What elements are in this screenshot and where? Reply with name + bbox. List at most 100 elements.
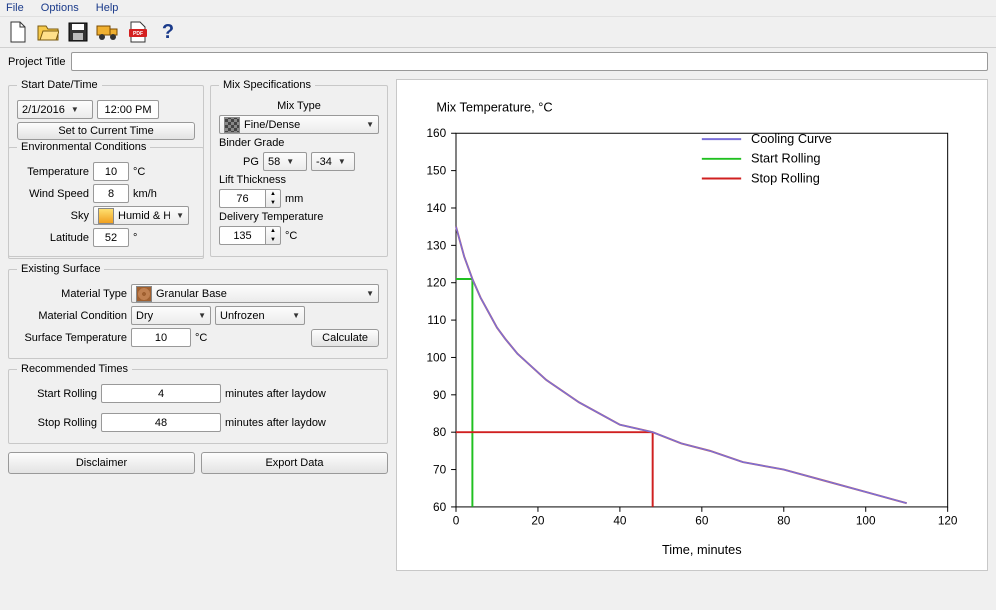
svg-text:150: 150 xyxy=(426,164,446,178)
svg-text:20: 20 xyxy=(531,514,545,528)
menu-options[interactable]: Options xyxy=(41,2,79,14)
legend-stop: Stop Rolling xyxy=(751,170,820,185)
binder-label: Binder Grade xyxy=(219,137,284,149)
material-swatch-icon xyxy=(136,286,152,302)
env-wind-label: Wind Speed xyxy=(17,188,89,200)
open-file-icon[interactable] xyxy=(36,20,60,44)
rec-legend: Recommended Times xyxy=(17,363,132,375)
rec-start-suffix: minutes after laydow xyxy=(225,388,326,400)
truck-icon[interactable] xyxy=(96,20,120,44)
save-icon[interactable] xyxy=(66,20,90,44)
project-title-input[interactable] xyxy=(71,52,988,71)
disclaimer-button[interactable]: Disclaimer xyxy=(8,452,195,474)
env-wind-input[interactable] xyxy=(93,184,129,203)
svg-text:80: 80 xyxy=(433,425,447,439)
legend-cooling: Cooling Curve xyxy=(751,131,832,146)
new-file-icon[interactable] xyxy=(6,20,30,44)
svg-text:80: 80 xyxy=(777,514,791,528)
svg-text:60: 60 xyxy=(695,514,709,528)
env-sky-value: Humid & Hazy xyxy=(118,210,170,222)
sky-swatch-icon xyxy=(98,208,114,224)
chart-panel: Mix Temperature, °C 02040608010012060708… xyxy=(396,79,988,571)
svg-text:140: 140 xyxy=(426,201,446,215)
material-type-value: Granular Base xyxy=(156,288,360,300)
svg-text:90: 90 xyxy=(433,388,447,402)
menubar: File Options Help xyxy=(0,0,996,17)
cond-wet-value: Dry xyxy=(136,310,192,322)
chart-title: Mix Temperature, °C xyxy=(436,100,552,115)
cond-frozen-value: Unfrozen xyxy=(220,310,286,322)
chevron-down-icon: ▼ xyxy=(176,211,184,220)
svg-text:40: 40 xyxy=(613,514,627,528)
svg-text:60: 60 xyxy=(433,500,447,514)
export-data-button[interactable]: Export Data xyxy=(201,452,388,474)
env-temp-unit: °C xyxy=(133,166,145,178)
mix-type-swatch-icon xyxy=(224,117,240,133)
delivery-temp-spinner[interactable]: ▲▼ xyxy=(219,226,281,245)
binder-prefix: PG xyxy=(243,156,259,168)
spinner-buttons[interactable]: ▲▼ xyxy=(265,189,281,208)
lift-thickness-spinner[interactable]: ▲▼ xyxy=(219,189,281,208)
mix-type-select[interactable]: Fine/Dense ▼ xyxy=(219,115,379,134)
env-lat-unit: ° xyxy=(133,232,137,244)
lift-unit: mm xyxy=(285,193,303,205)
env-lat-input[interactable] xyxy=(93,228,129,247)
spinner-buttons[interactable]: ▲▼ xyxy=(265,226,281,245)
env-group: Environmental Conditions Temperature °C … xyxy=(8,141,204,259)
menu-help[interactable]: Help xyxy=(96,2,119,14)
project-title-label: Project Title xyxy=(8,56,65,68)
env-sky-label: Sky xyxy=(17,210,89,222)
material-type-select[interactable]: Granular Base ▼ xyxy=(131,284,379,303)
pdf-icon[interactable]: PDF xyxy=(126,20,150,44)
cooling-chart: Mix Temperature, °C 02040608010012060708… xyxy=(397,80,987,570)
material-cond-label: Material Condition xyxy=(17,310,127,322)
rec-stop-label: Stop Rolling xyxy=(17,417,97,429)
menu-file[interactable]: File xyxy=(6,2,24,14)
delivery-unit: °C xyxy=(285,230,297,242)
chevron-down-icon: ▼ xyxy=(366,120,374,129)
mix-legend: Mix Specifications xyxy=(219,79,315,91)
chart-xlabel: Time, minutes xyxy=(662,542,742,557)
rec-start-value[interactable] xyxy=(101,384,221,403)
start-time-input[interactable] xyxy=(97,100,159,119)
surface-legend: Existing Surface xyxy=(17,263,104,275)
chevron-down-icon: ▼ xyxy=(198,311,206,320)
binder-high-select[interactable]: 58 ▼ xyxy=(263,152,307,171)
svg-text:130: 130 xyxy=(426,238,446,252)
mix-type-label: Mix Type xyxy=(277,100,321,112)
rec-stop-value[interactable] xyxy=(101,413,221,432)
cond-frozen-select[interactable]: Unfrozen ▼ xyxy=(215,306,305,325)
help-icon[interactable]: ? xyxy=(156,20,180,44)
toolbar: PDF ? xyxy=(0,17,996,48)
lift-value-input[interactable] xyxy=(219,189,265,208)
svg-text:100: 100 xyxy=(426,350,446,364)
surf-temp-input[interactable] xyxy=(131,328,191,347)
binder-high-value: 58 xyxy=(268,156,280,168)
svg-text:120: 120 xyxy=(938,514,958,528)
cond-wet-select[interactable]: Dry ▼ xyxy=(131,306,211,325)
start-date-value: 2/1/2016 xyxy=(22,104,65,116)
surf-temp-label: Surface Temperature xyxy=(17,332,127,344)
calculate-button[interactable]: Calculate xyxy=(311,329,379,347)
mix-group: Mix Specifications Mix Type Fine/Dense ▼… xyxy=(210,79,388,257)
env-temp-input[interactable] xyxy=(93,162,129,181)
surface-group: Existing Surface Material Type Granular … xyxy=(8,263,388,359)
start-legend: Start Date/Time xyxy=(17,79,102,91)
svg-text:PDF: PDF xyxy=(133,31,143,37)
env-sky-select[interactable]: Humid & Hazy ▼ xyxy=(93,206,189,225)
chevron-down-icon: ▼ xyxy=(292,311,300,320)
start-date-picker[interactable]: 2/1/2016 ▼ xyxy=(17,100,93,119)
env-temp-label: Temperature xyxy=(17,166,89,178)
svg-text:70: 70 xyxy=(433,462,447,476)
binder-low-select[interactable]: -34 ▼ xyxy=(311,152,355,171)
delivery-value-input[interactable] xyxy=(219,226,265,245)
delivery-label: Delivery Temperature xyxy=(219,211,323,223)
rec-group: Recommended Times Start Rolling minutes … xyxy=(8,363,388,444)
chevron-down-icon: ▼ xyxy=(338,157,346,166)
env-lat-label: Latitude xyxy=(17,232,89,244)
rec-stop-suffix: minutes after laydow xyxy=(225,417,326,429)
set-current-time-button[interactable]: Set to Current Time xyxy=(17,122,195,140)
lift-label: Lift Thickness xyxy=(219,174,286,186)
chevron-down-icon: ▼ xyxy=(71,105,79,114)
chevron-down-icon: ▼ xyxy=(366,289,374,298)
